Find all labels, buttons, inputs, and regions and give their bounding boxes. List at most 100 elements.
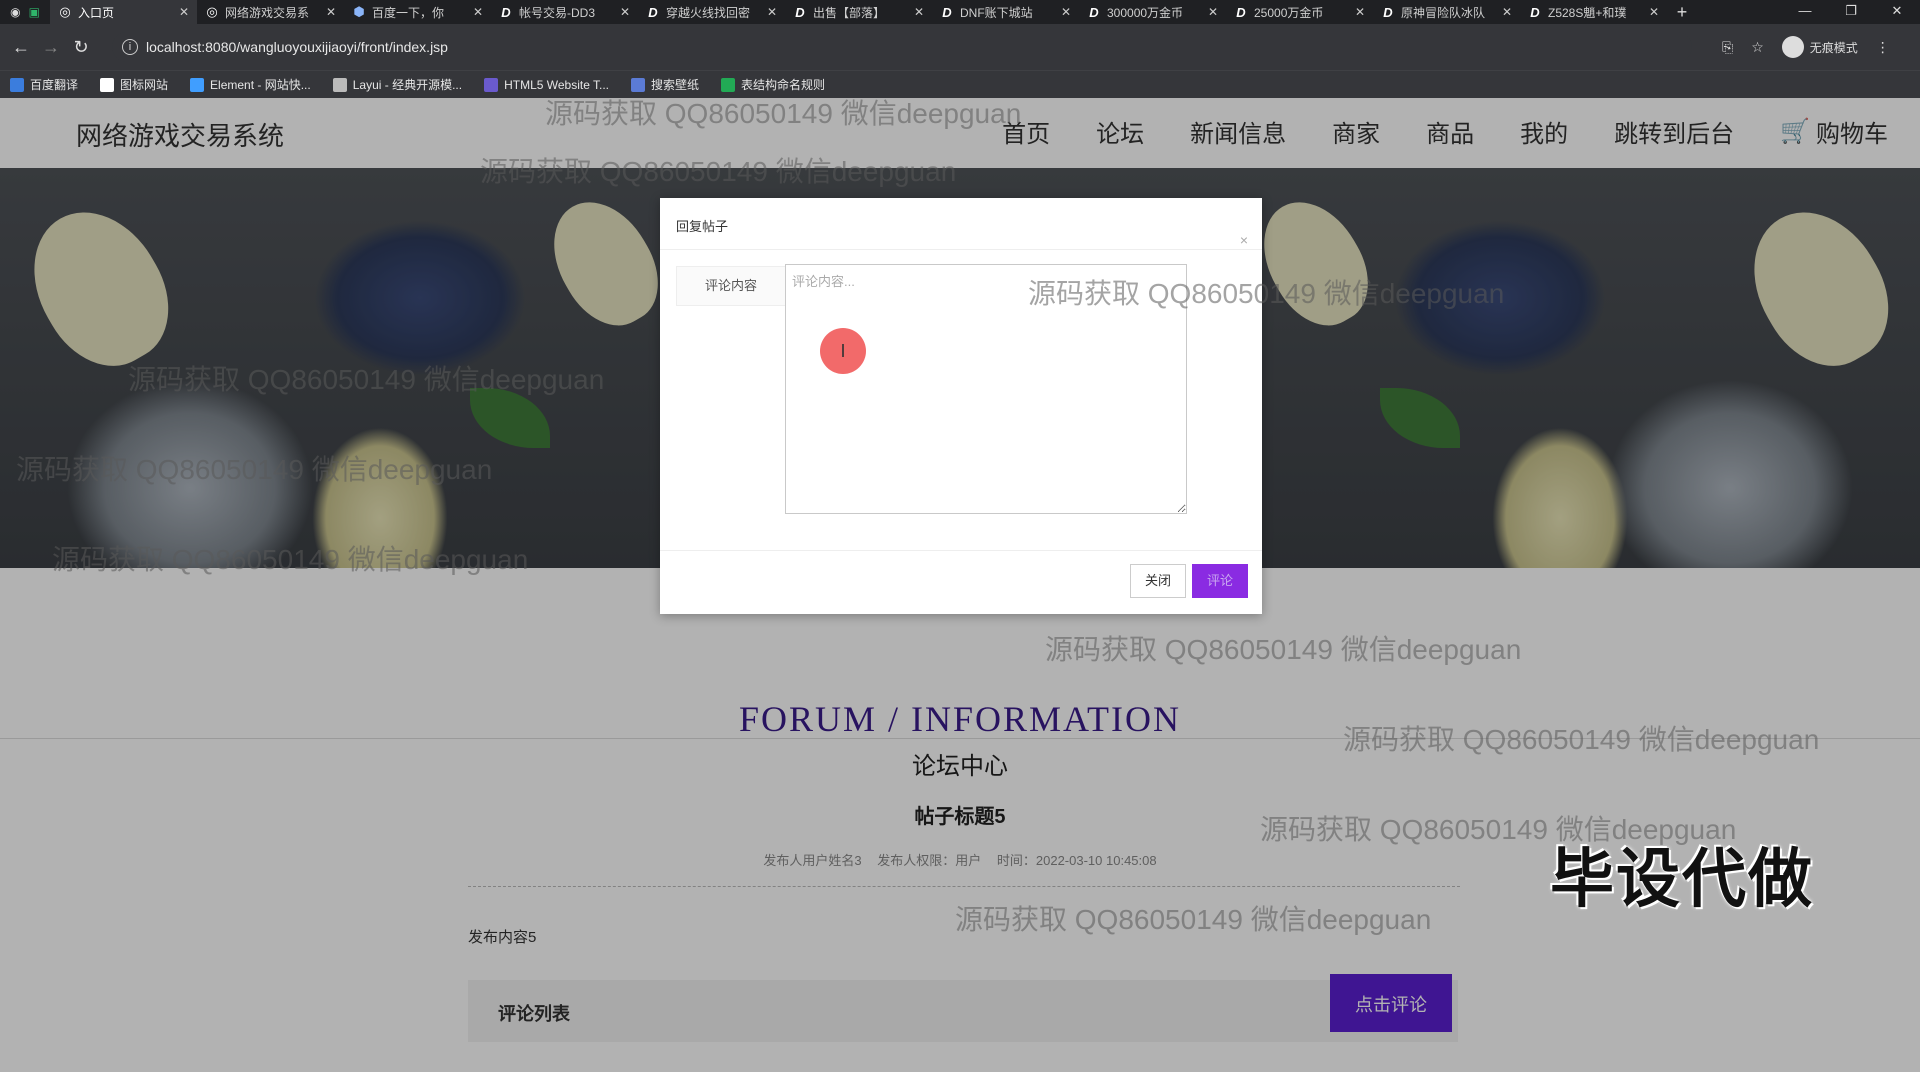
tab-title: 300000万金币 bbox=[1107, 5, 1184, 20]
table-icon bbox=[721, 77, 736, 92]
bookmark-label: 搜索壁纸 bbox=[651, 78, 700, 92]
window-close-icon[interactable]: ✕ bbox=[1874, 0, 1920, 24]
back-icon[interactable]: ← bbox=[6, 37, 36, 58]
tab-close-icon[interactable]: ✕ bbox=[767, 5, 777, 19]
tab-1[interactable]: ◎ 网络游戏交易系 ✕ bbox=[197, 0, 344, 24]
bookmark-label: 百度翻译 bbox=[30, 78, 79, 92]
bookmark-4[interactable]: HTML5 Website T... bbox=[484, 77, 610, 92]
tab-4[interactable]: D 穿越火线找回密 ✕ bbox=[638, 0, 785, 24]
comment-field-label: 评论内容 bbox=[676, 266, 786, 306]
new-tab-button[interactable]: + bbox=[1667, 2, 1697, 23]
tab-close-icon[interactable]: ✕ bbox=[1502, 5, 1512, 19]
bookmark-label: 图标网站 bbox=[120, 78, 169, 92]
window-controls: — ❐ ✕ bbox=[1782, 0, 1920, 24]
incognito-label: 无痕模式 bbox=[1809, 40, 1858, 55]
browser-menu-icon[interactable]: ⋮ bbox=[1876, 39, 1890, 56]
bookmarks-bar: 百度翻译 图标网站 Element - 网站快... Layui - 经典开源模… bbox=[0, 70, 1920, 98]
sheet-icon: ▣ bbox=[28, 5, 40, 19]
bookmark-label: Element - 网站快... bbox=[210, 78, 311, 92]
globe-icon: ◎ bbox=[206, 4, 218, 19]
tab-close-icon[interactable]: ✕ bbox=[620, 5, 630, 19]
d-icon: D bbox=[1383, 4, 1393, 20]
bookmark-1[interactable]: 图标网站 bbox=[100, 76, 168, 93]
d-icon: D bbox=[501, 4, 511, 20]
tab-title: 入口页 bbox=[78, 5, 115, 20]
tab-title: 25000万金币 bbox=[1254, 5, 1324, 20]
bookmark-6[interactable]: 表结构命名规则 bbox=[721, 76, 825, 93]
tab-close-icon[interactable]: ✕ bbox=[914, 5, 924, 19]
tab-close-icon[interactable]: ✕ bbox=[1061, 5, 1071, 19]
incognito-avatar-icon bbox=[1781, 36, 1804, 58]
tab-title: 出售【部落】 bbox=[813, 5, 886, 20]
wallpaper-icon bbox=[631, 77, 646, 92]
chrome-icon: ◉ bbox=[10, 5, 21, 19]
dialog-header: 回复帖子 × bbox=[660, 198, 1262, 250]
html5-icon bbox=[484, 77, 499, 92]
bookmark-2[interactable]: Element - 网站快... bbox=[190, 76, 311, 93]
submit-comment-button[interactable]: 评论 bbox=[1192, 564, 1248, 598]
bookmark-label: Layui - 经典开源模... bbox=[352, 78, 463, 92]
tab-title: DNF账下城站 bbox=[960, 5, 1033, 20]
forward-icon[interactable]: → bbox=[36, 37, 66, 58]
bookmark-star-icon[interactable]: ☆ bbox=[1751, 39, 1764, 56]
tab-9[interactable]: D 原神冒险队冰队 ✕ bbox=[1373, 0, 1520, 24]
incognito-indicator[interactable]: 无痕模式 bbox=[1781, 36, 1858, 58]
d-icon: D bbox=[1236, 4, 1246, 20]
reply-dialog: 回复帖子 × 评论内容 I 关闭 评论 bbox=[660, 198, 1262, 614]
tab-title: 帐号交易-DD3 bbox=[519, 5, 596, 20]
tab-close-icon[interactable]: ✕ bbox=[1208, 5, 1218, 19]
tab-close-icon[interactable]: ✕ bbox=[473, 5, 483, 19]
dialog-footer-divider bbox=[660, 550, 1262, 551]
dialog-title: 回复帖子 bbox=[676, 219, 729, 234]
translate-icon[interactable]: ⎘ bbox=[1722, 39, 1733, 56]
tab-title: 网络游戏交易系 bbox=[225, 5, 310, 20]
bookmark-label: 表结构命名规则 bbox=[741, 78, 826, 92]
text-cursor-icon: I bbox=[820, 328, 866, 374]
bookmark-5[interactable]: 搜索壁纸 bbox=[631, 76, 699, 93]
tab-title: 百度一下，你 bbox=[372, 5, 445, 20]
layui-icon bbox=[332, 77, 347, 92]
info-icon[interactable]: i bbox=[122, 39, 138, 55]
tab-close-icon[interactable]: ✕ bbox=[1649, 5, 1659, 19]
bookmark-label: HTML5 Website T... bbox=[504, 77, 610, 92]
d-icon: D bbox=[1530, 4, 1540, 20]
tab-10[interactable]: D Z528S魈+和璞 ✕ bbox=[1520, 0, 1667, 24]
tab-0[interactable]: ◎ 入口页 ✕ bbox=[50, 0, 197, 24]
browser-menu[interactable]: ◉ ▣ bbox=[0, 5, 50, 19]
tab-close-icon[interactable]: ✕ bbox=[1355, 5, 1365, 19]
bookmark-favicon-icon bbox=[10, 77, 24, 92]
web-page: 网络游戏交易系统 首页 论坛 新闻信息 商家 商品 我的 跳转到后台 🛒 购物车… bbox=[0, 98, 1920, 1072]
d-icon: D bbox=[942, 4, 952, 20]
comment-textarea[interactable] bbox=[785, 264, 1187, 514]
close-button[interactable]: 关闭 bbox=[1130, 564, 1186, 598]
browser-tab-strip: ◉ ▣ ◎ 入口页 ✕ ◎ 网络游戏交易系 ✕ ⬢ 百度一下，你 ✕ D 帐号交… bbox=[0, 0, 1920, 24]
stamp-text: 毕设代做 bbox=[1550, 843, 1814, 915]
flag-icon bbox=[100, 77, 115, 92]
reload-icon[interactable]: ↻ bbox=[66, 37, 96, 58]
d-icon: D bbox=[795, 4, 805, 20]
address-bar: ← → ↻ i localhost:8080/wangluoyouxijiaoy… bbox=[0, 24, 1920, 70]
tab-3[interactable]: D 帐号交易-DD3 ✕ bbox=[491, 0, 638, 24]
tab-8[interactable]: D 25000万金币 ✕ bbox=[1226, 0, 1373, 24]
baidu-icon: ⬢ bbox=[353, 4, 365, 19]
globe-icon: ◎ bbox=[59, 4, 71, 19]
bookmark-0[interactable]: 百度翻译 bbox=[10, 76, 78, 93]
tab-2[interactable]: ⬢ 百度一下，你 ✕ bbox=[344, 0, 491, 24]
d-icon: D bbox=[1089, 4, 1099, 20]
bookmark-3[interactable]: Layui - 经典开源模... bbox=[332, 76, 463, 93]
tab-close-icon[interactable]: ✕ bbox=[326, 5, 336, 19]
tab-title: 穿越火线找回密 bbox=[666, 5, 751, 20]
url-text: localhost:8080/wangluoyouxijiaoyi/front/… bbox=[146, 39, 448, 55]
minimize-icon[interactable]: — bbox=[1782, 0, 1828, 24]
dialog-close-icon[interactable]: × bbox=[1240, 232, 1248, 248]
tab-7[interactable]: D 300000万金币 ✕ bbox=[1079, 0, 1226, 24]
element-icon bbox=[190, 77, 205, 92]
tab-5[interactable]: D 出售【部落】 ✕ bbox=[785, 0, 932, 24]
restore-icon[interactable]: ❐ bbox=[1828, 0, 1874, 24]
tab-title: Z528S魈+和璞 bbox=[1548, 5, 1627, 20]
tab-close-icon[interactable]: ✕ bbox=[179, 5, 189, 19]
tab-title: 原神冒险队冰队 bbox=[1401, 5, 1486, 20]
url-field[interactable]: i localhost:8080/wangluoyouxijiaoyi/fron… bbox=[112, 32, 1692, 62]
d-icon: D bbox=[648, 4, 658, 20]
tab-6[interactable]: D DNF账下城站 ✕ bbox=[932, 0, 1079, 24]
